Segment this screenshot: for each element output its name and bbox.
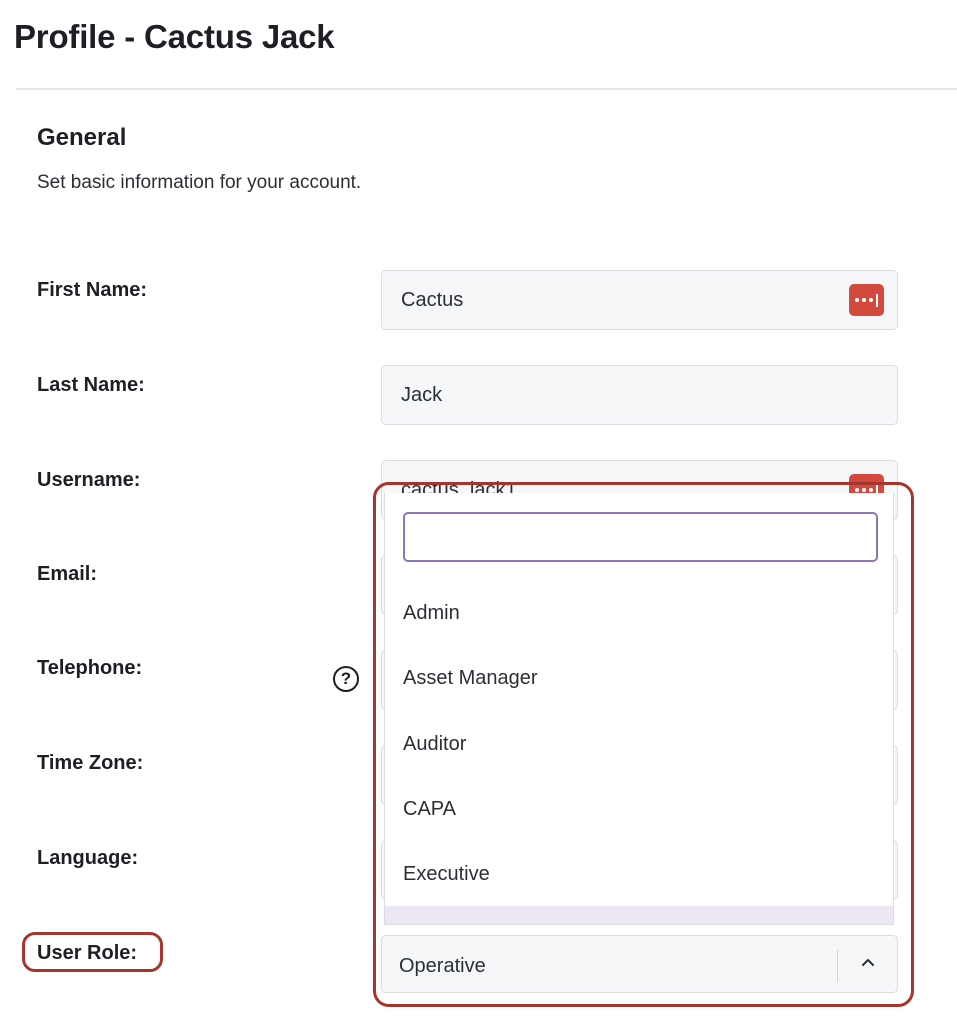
dropdown-annotation bbox=[373, 482, 914, 1007]
last-name-label: Last Name: bbox=[37, 374, 145, 396]
section-description: Set basic information for your account. bbox=[37, 172, 362, 193]
username-label: Username: bbox=[37, 469, 141, 491]
user-role-annotation bbox=[22, 932, 163, 972]
page-title: Profile - Cactus Jack bbox=[14, 18, 335, 55]
password-manager-icon[interactable] bbox=[849, 284, 884, 316]
help-icon[interactable]: ? bbox=[333, 666, 359, 692]
time-zone-label: Time Zone: bbox=[37, 752, 144, 774]
last-name-field[interactable]: Jack bbox=[381, 365, 898, 425]
first-name-field[interactable]: Cactus bbox=[381, 270, 898, 330]
telephone-label: Telephone: bbox=[37, 657, 143, 679]
email-label: Email: bbox=[37, 563, 98, 585]
section-heading: General bbox=[37, 124, 127, 151]
first-name-value: Cactus bbox=[401, 289, 464, 311]
language-label: Language: bbox=[37, 847, 139, 869]
title-divider bbox=[16, 88, 957, 90]
first-name-label: First Name: bbox=[37, 279, 148, 301]
last-name-value: Jack bbox=[401, 384, 443, 406]
